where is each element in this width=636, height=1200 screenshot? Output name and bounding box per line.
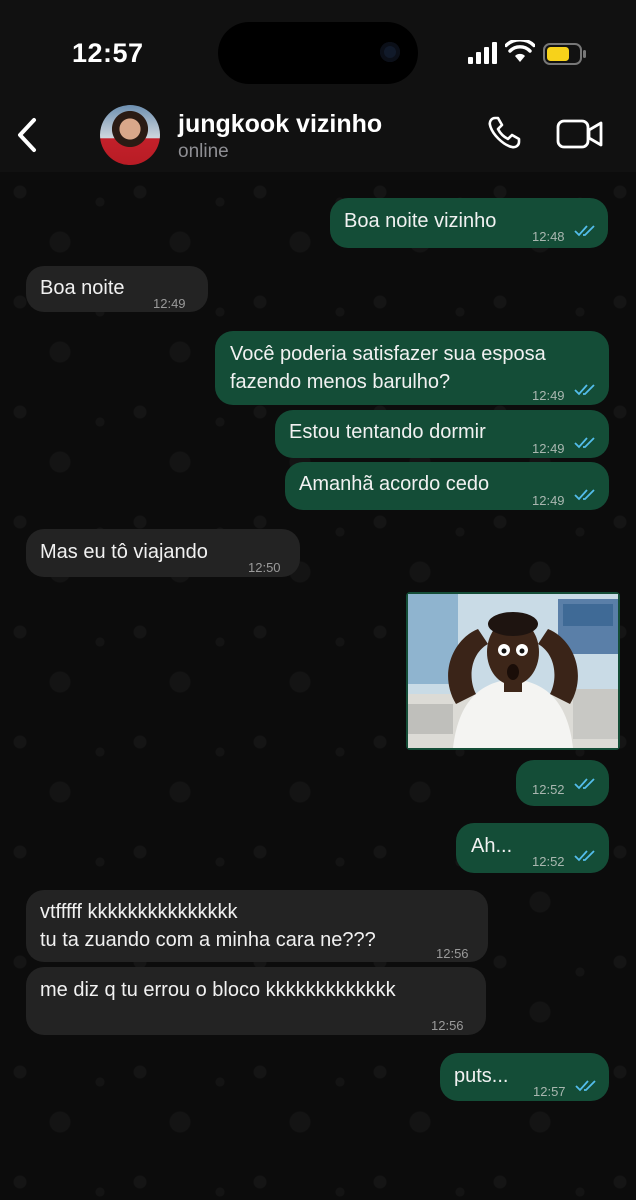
message-text: Boa noite vizinho [344,210,497,232]
read-ticks-icon [575,1080,596,1092]
chat-header: jungkook vizinho online [0,100,636,172]
status-bar: 12:57 [0,0,636,100]
message-text: vtfffff kkkkkkkkkkkkkkk tu ta zuando com… [40,901,376,951]
message-text: Ah... [471,835,513,857]
read-ticks-icon [574,384,595,396]
message-bubble-outgoing[interactable]: Amanhã acordo cedo 12:49 [285,462,609,510]
battery-icon [543,43,586,65]
message-time: 12:50 [248,560,281,575]
message-bubble-outgoing[interactable]: Boa noite vizinho 12:48 [330,198,608,248]
message-text: me diz q tu errou o bloco kkkkkkkkkkkkk [40,979,396,1001]
image-timestamp-bubble[interactable]: 12:52 [516,760,609,806]
read-ticks-icon [574,225,595,237]
camera-icon [380,42,400,62]
wifi-icon [505,40,535,62]
message-bubble-incoming[interactable]: Boa noite 12:49 [26,266,208,312]
message-time: 12:57 [533,1084,566,1099]
video-camera-icon[interactable] [556,118,604,150]
message-text: Estou tentando dormir [289,421,486,443]
message-time: 12:49 [532,441,565,456]
message-text: Você poderia satisfazer sua esposa fazen… [230,343,546,393]
message-time: 12:56 [436,946,469,961]
cellular-signal-icon [468,42,497,64]
message-text: Amanhã acordo cedo [299,473,490,495]
message-time: 12:56 [431,1018,464,1033]
photo-illustration [408,594,618,748]
status-time: 12:57 [72,38,144,68]
message-time: 12:48 [532,229,565,244]
message-bubble-outgoing[interactable]: Ah... 12:52 [456,823,609,873]
message-bubble-incoming[interactable]: me diz q tu errou o bloco kkkkkkkkkkkkk … [26,967,486,1035]
message-time: 12:49 [153,296,186,311]
message-bubble-outgoing[interactable]: puts... 12:57 [440,1053,609,1101]
message-time: 12:49 [532,388,565,403]
message-time: 12:49 [532,493,565,508]
message-text: puts... [454,1065,509,1087]
message-bubble-incoming[interactable]: Mas eu tô viajando 12:50 [26,529,300,577]
message-bubble-outgoing[interactable]: Você poderia satisfazer sua esposa fazen… [215,331,609,405]
read-ticks-icon [574,778,595,790]
read-ticks-icon [574,437,595,449]
image-message[interactable] [406,592,620,750]
dynamic-island [218,22,418,84]
message-time: 12:52 [532,854,565,869]
phone-icon[interactable] [486,115,522,151]
message-text: Boa noite [40,277,125,299]
message-time: 12:52 [532,782,565,797]
back-arrow-icon[interactable] [14,116,42,154]
read-ticks-icon [574,850,595,862]
read-ticks-icon [574,489,595,501]
contact-status: online [178,141,229,162]
contact-name[interactable]: jungkook vizinho [178,110,382,139]
contact-avatar[interactable] [100,105,160,165]
message-bubble-incoming[interactable]: vtfffff kkkkkkkkkkkkkkk tu ta zuando com… [26,890,488,962]
message-text: Mas eu tô viajando [40,541,208,563]
shocked-man-photo[interactable] [408,594,618,748]
message-bubble-outgoing[interactable]: Estou tentando dormir 12:49 [275,410,609,458]
